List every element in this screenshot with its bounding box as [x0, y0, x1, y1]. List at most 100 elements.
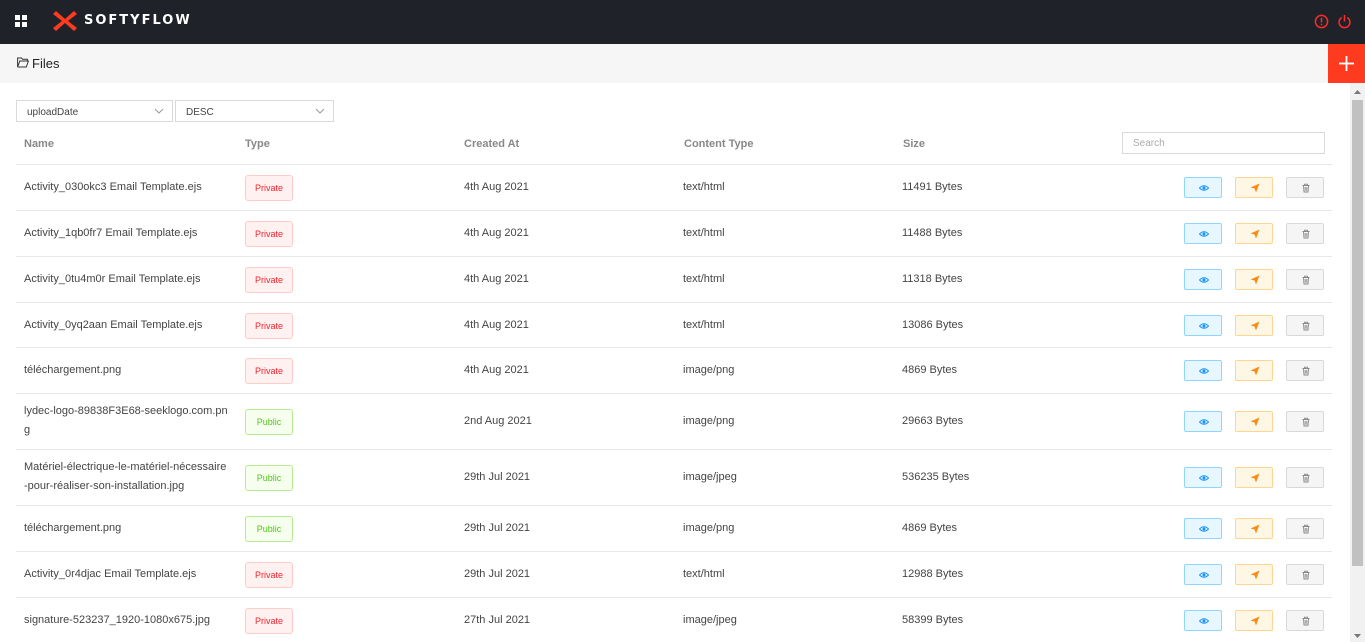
file-size: 58399 Bytes: [902, 614, 964, 626]
eye-icon: [1199, 618, 1209, 624]
search-input[interactable]: [1122, 132, 1325, 154]
created-at: 29th Jul 2021: [464, 471, 531, 483]
view-file-button[interactable]: [1184, 269, 1222, 290]
column-header-size: Size: [903, 138, 926, 150]
delete-file-button[interactable]: [1286, 564, 1324, 585]
alert-icon[interactable]: [1314, 14, 1329, 29]
file-type-badge: Private: [245, 267, 293, 293]
view-file-button[interactable]: [1184, 564, 1222, 585]
table-row: signature-523237_1920-1080x675.jpg Privat…: [16, 597, 1332, 643]
send-icon: [1250, 366, 1260, 376]
view-file-button[interactable]: [1184, 610, 1222, 631]
send-file-button[interactable]: [1235, 467, 1273, 488]
delete-file-button[interactable]: [1286, 360, 1324, 381]
table-row: Activity_0r4djac Email Template.ejs Priva…: [16, 551, 1332, 597]
file-size: 29663 Bytes: [902, 415, 964, 427]
eye-icon: [1199, 185, 1209, 191]
view-file-button[interactable]: [1184, 360, 1222, 381]
file-name: signature-523237_1920-1080x675.jpg: [24, 614, 210, 626]
view-file-button[interactable]: [1184, 315, 1222, 336]
created-at: 27th Jul 2021: [464, 614, 531, 626]
page-title: Files: [32, 56, 60, 71]
brand-name: SOFTYFLOW: [84, 13, 192, 28]
view-file-button[interactable]: [1184, 223, 1222, 244]
table-row: téléchargement.png Public 29th Jul 2021 ima…: [16, 505, 1332, 551]
send-file-button[interactable]: [1235, 360, 1273, 381]
table-row: Matériel-électrique-le-matériel-nécessai…: [16, 449, 1332, 505]
send-file-button[interactable]: [1235, 564, 1273, 585]
trash-icon: [1302, 321, 1310, 331]
content-type: text/html: [683, 273, 725, 285]
column-header-type: Type: [245, 138, 270, 150]
add-file-button[interactable]: [1328, 44, 1365, 83]
view-file-button[interactable]: [1184, 411, 1222, 432]
view-file-button[interactable]: [1184, 467, 1222, 488]
file-name: Activity_0tu4m0r Email Template.ejs: [24, 273, 201, 285]
send-icon: [1250, 616, 1260, 626]
content-type: image/png: [683, 415, 735, 427]
content-type: text/html: [683, 319, 725, 331]
eye-icon: [1199, 277, 1209, 283]
sort-order-select[interactable]: DESC: [175, 100, 334, 122]
delete-file-button[interactable]: [1286, 411, 1324, 432]
file-name: lydec-logo-89838F3E68-seeklogo.com.png: [24, 405, 228, 436]
delete-file-button[interactable]: [1286, 223, 1324, 244]
power-icon[interactable]: [1337, 14, 1352, 29]
sort-field-select[interactable]: uploadDate: [16, 100, 173, 122]
content-type: text/html: [683, 568, 725, 580]
column-header-created-at: Created At: [464, 138, 520, 150]
scroll-down-arrow-icon[interactable]: [1353, 631, 1362, 640]
file-size: 12988 Bytes: [902, 568, 964, 580]
trash-icon: [1302, 366, 1310, 376]
send-file-button[interactable]: [1235, 518, 1273, 539]
file-name: Activity_0yq2aan Email Template.ejs: [24, 319, 203, 331]
send-icon: [1250, 473, 1260, 483]
view-file-button[interactable]: [1184, 518, 1222, 539]
sort-field-value: uploadDate: [27, 107, 79, 118]
chevron-down-icon: [154, 108, 164, 114]
sort-order-value: DESC: [186, 107, 214, 118]
send-icon: [1250, 183, 1260, 193]
delete-file-button[interactable]: [1286, 269, 1324, 290]
delete-file-button[interactable]: [1286, 467, 1324, 488]
send-file-button[interactable]: [1235, 411, 1273, 432]
file-type-badge: Private: [245, 221, 293, 247]
trash-icon: [1302, 229, 1310, 239]
content-type: text/html: [683, 227, 725, 239]
created-at: 4th Aug 2021: [464, 227, 529, 239]
created-at: 4th Aug 2021: [464, 319, 529, 331]
trash-icon: [1302, 524, 1310, 534]
apps-grid-icon[interactable]: [15, 15, 28, 28]
file-type-badge: Public: [245, 465, 293, 491]
eye-icon: [1199, 475, 1209, 481]
file-name: Matériel-électrique-le-matériel-nécessai…: [24, 461, 227, 492]
scrollbar-thumb[interactable]: [1352, 100, 1363, 566]
content-type: image/jpeg: [683, 471, 737, 483]
softyflow-logo-icon: [53, 11, 77, 31]
table-row: Activity_0yq2aan Email Template.ejs Priva…: [16, 302, 1332, 347]
table-row: Activity_1qb0fr7 Email Template.ejs Priva…: [16, 210, 1332, 256]
send-icon: [1250, 275, 1260, 285]
view-file-button[interactable]: [1184, 177, 1222, 198]
delete-file-button[interactable]: [1286, 610, 1324, 631]
send-file-button[interactable]: [1235, 223, 1273, 244]
table-row: lydec-logo-89838F3E68-seeklogo.com.png Pu…: [16, 393, 1332, 449]
send-file-button[interactable]: [1235, 269, 1273, 290]
eye-icon: [1199, 526, 1209, 532]
send-file-button[interactable]: [1235, 177, 1273, 198]
file-size: 4869 Bytes: [902, 522, 958, 534]
delete-file-button[interactable]: [1286, 518, 1324, 539]
send-file-button[interactable]: [1235, 610, 1273, 631]
trash-icon: [1302, 473, 1310, 483]
content-type: image/jpeg: [683, 614, 737, 626]
column-header-content-type: Content Type: [684, 138, 754, 150]
trash-icon: [1302, 183, 1310, 193]
folder-open-icon: [17, 57, 29, 68]
delete-file-button[interactable]: [1286, 177, 1324, 198]
delete-file-button[interactable]: [1286, 315, 1324, 336]
send-icon: [1250, 417, 1260, 427]
scroll-up-arrow-icon[interactable]: [1353, 88, 1362, 97]
plus-icon: [1339, 56, 1354, 71]
file-type-badge: Private: [245, 358, 293, 384]
send-file-button[interactable]: [1235, 315, 1273, 336]
